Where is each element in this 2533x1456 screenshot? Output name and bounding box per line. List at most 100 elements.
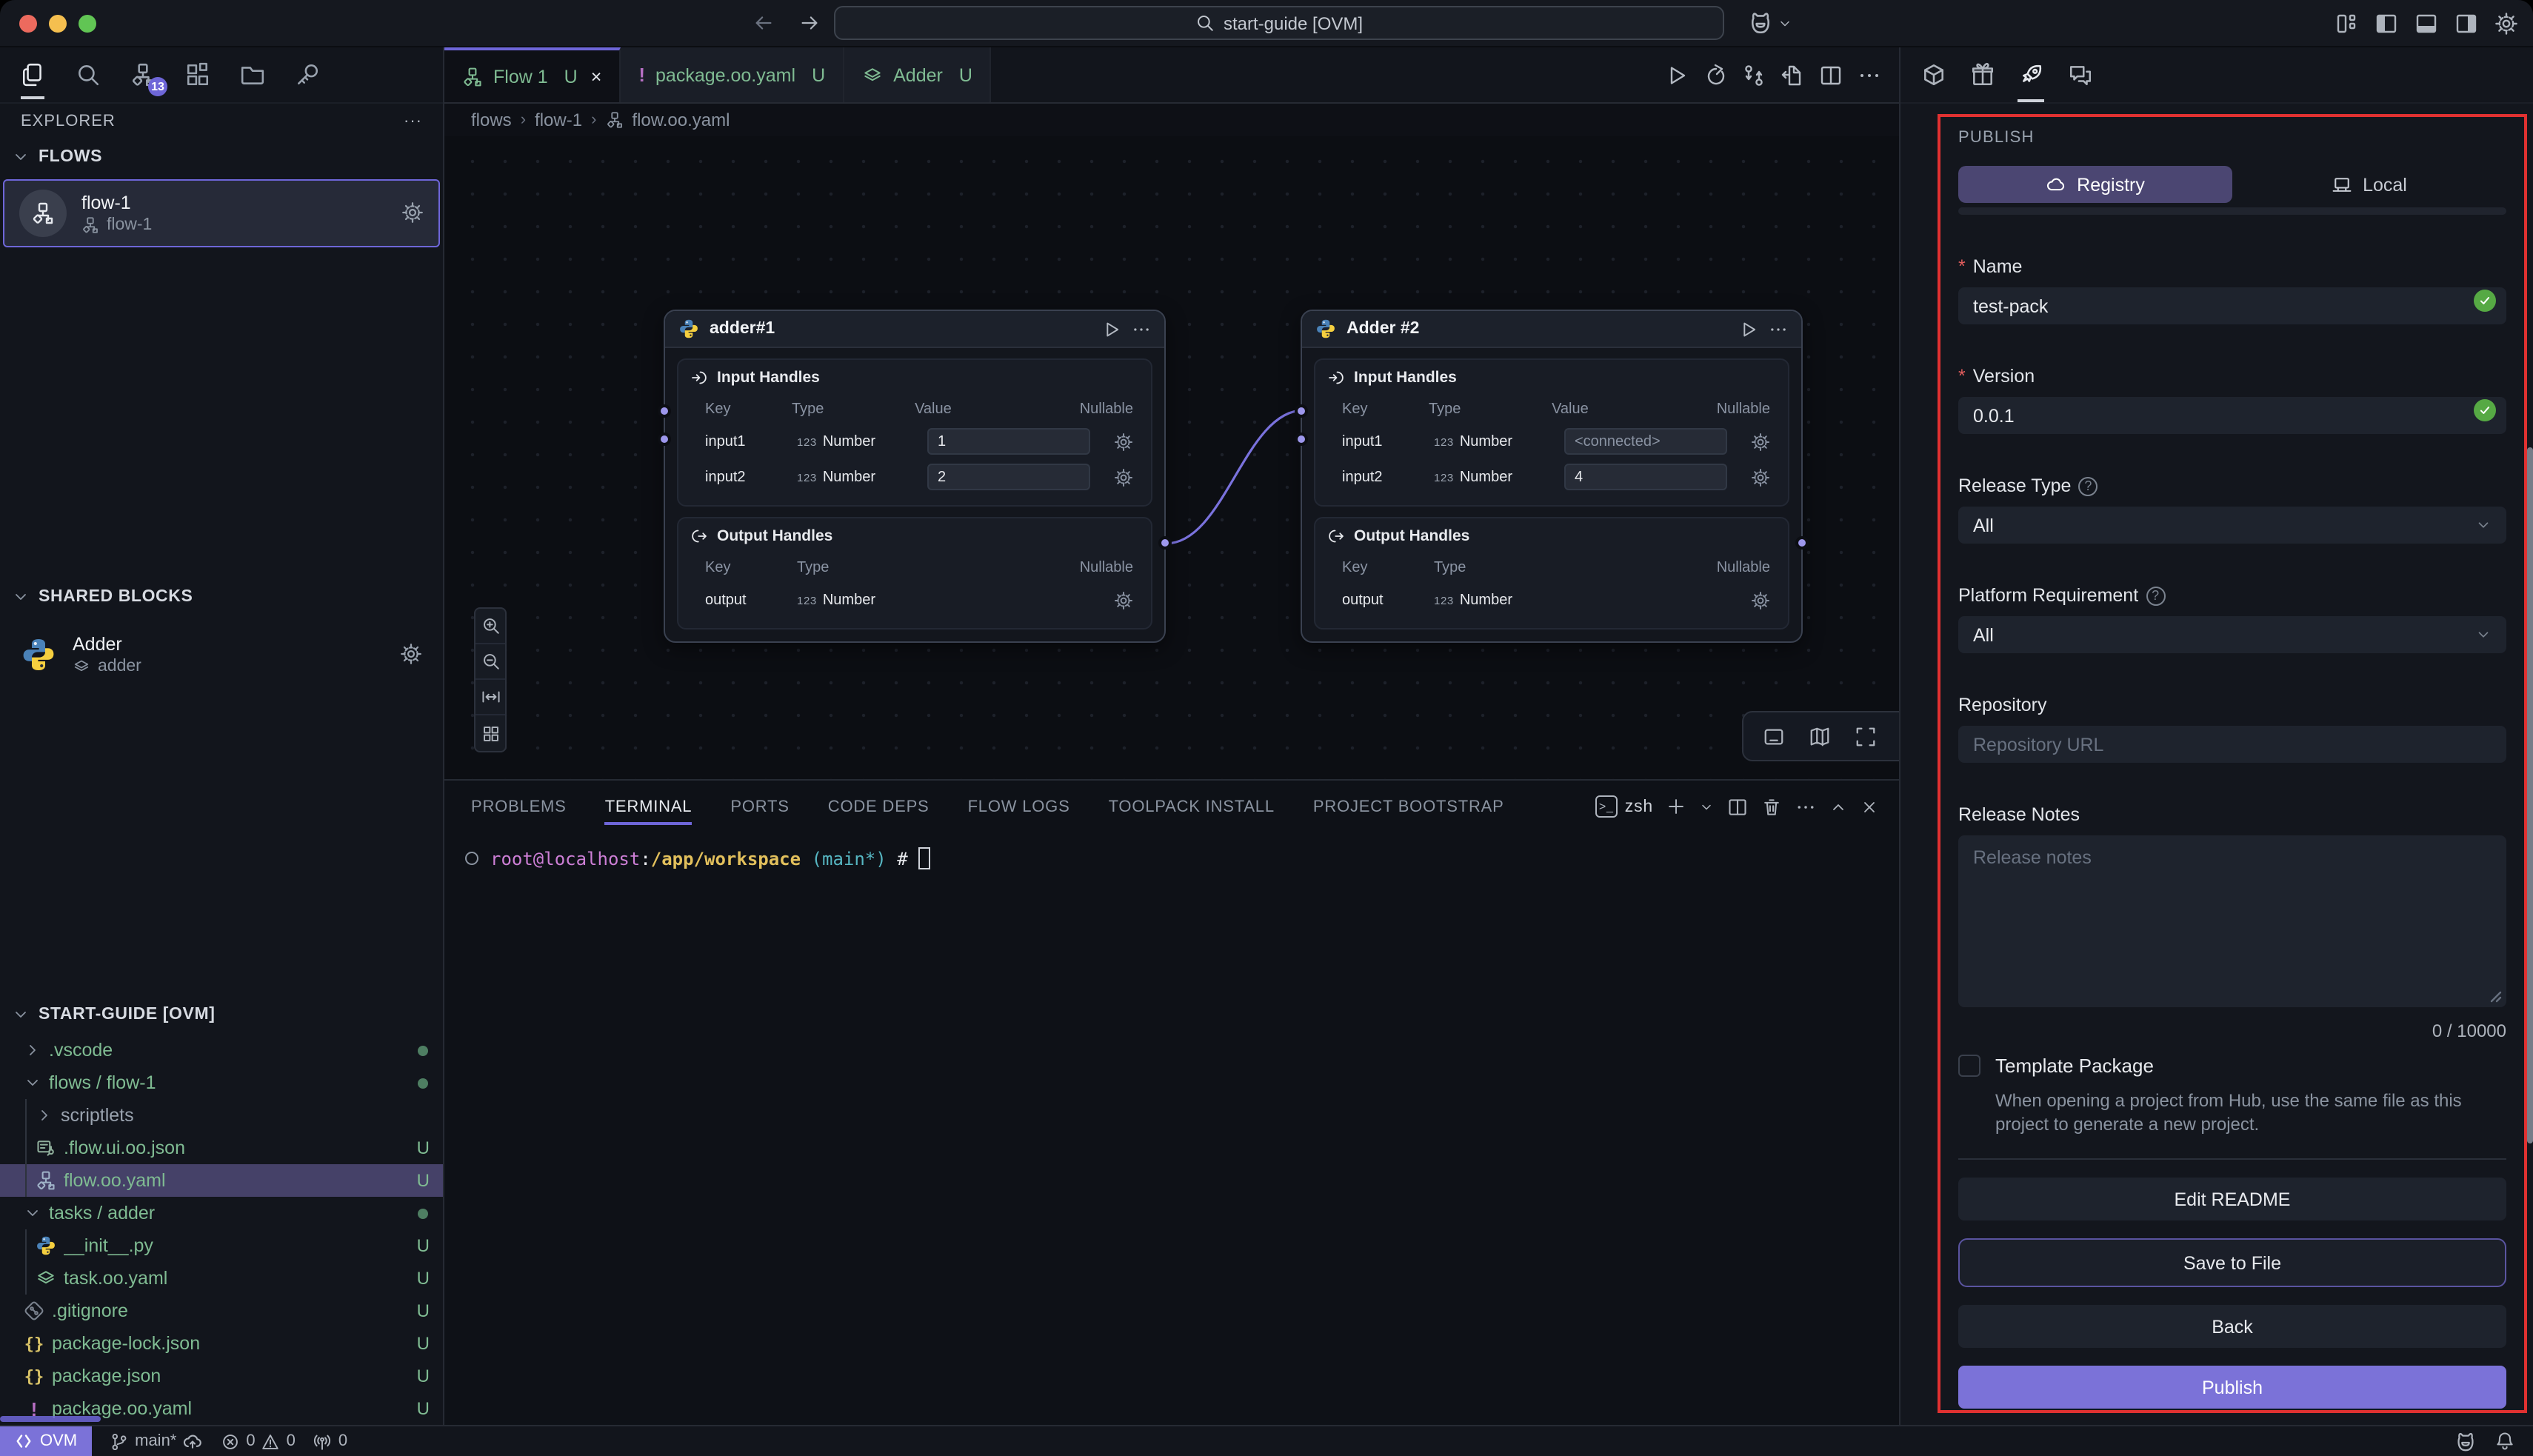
split-terminal-icon[interactable]: [1727, 796, 1748, 817]
command-center-search[interactable]: start-guide [OVM]: [834, 6, 1724, 40]
release-notes-field[interactable]: [1958, 835, 2506, 1007]
flow-canvas[interactable]: adder#1 Input Handles Key Typ: [444, 136, 1899, 779]
close-panel-icon[interactable]: [1860, 798, 1878, 815]
tab-flow-logs[interactable]: FLOW LOGS: [968, 781, 1070, 832]
tree-item-flow-oo-yaml[interactable]: flow.oo.yamlU: [0, 1164, 443, 1197]
zoom-in-icon[interactable]: [475, 609, 505, 644]
compare-changes-icon[interactable]: [1742, 63, 1766, 87]
tab-problems[interactable]: PROBLEMS: [471, 781, 567, 832]
folder-panel-icon[interactable]: [237, 60, 267, 90]
fit-view-icon[interactable]: [475, 680, 505, 715]
save-to-file-button[interactable]: Save to File: [1958, 1238, 2506, 1287]
tab-terminal[interactable]: TERMINAL: [605, 781, 693, 832]
history-back-button[interactable]: [752, 12, 775, 34]
new-terminal-icon[interactable]: [1666, 797, 1686, 816]
help-icon[interactable]: ?: [2146, 586, 2165, 605]
more-actions-icon[interactable]: [1858, 63, 1881, 87]
assistant-icon[interactable]: [2454, 1430, 2477, 1452]
tree-item-task-oo-yaml[interactable]: task.oo.yamlU: [0, 1262, 443, 1295]
fullscreen-icon[interactable]: [1855, 725, 1877, 747]
customize-layout-icon[interactable]: [2335, 12, 2358, 36]
tree-item-init-py[interactable]: __init__.pyU: [0, 1229, 443, 1262]
publish-button[interactable]: Publish: [1958, 1366, 2506, 1409]
tab-flow-1[interactable]: Flow 1 U ×: [444, 47, 621, 102]
flows-section-header[interactable]: FLOWS: [0, 141, 443, 174]
run-node-icon[interactable]: [1739, 319, 1758, 338]
flow-node-adder-2[interactable]: Adder #2 Input Handles Key Ty: [1301, 310, 1803, 643]
flow-card-flow-1[interactable]: flow-1 flow-1: [3, 179, 440, 247]
tab-adder[interactable]: Adder U: [844, 47, 992, 102]
node1-output-handle[interactable]: [1158, 536, 1172, 550]
chevron-down-icon[interactable]: [1778, 16, 1792, 30]
shared-block-adder[interactable]: Adder adder: [3, 622, 440, 687]
run-node-icon[interactable]: [1102, 319, 1121, 338]
horizontal-scrollbar[interactable]: [0, 1416, 101, 1422]
tree-item-vscode[interactable]: .vscode: [0, 1034, 443, 1066]
tab-package-oo-yaml[interactable]: ! package.oo.yaml U: [621, 47, 844, 102]
publish-rocket-icon[interactable]: [2016, 60, 2046, 90]
split-editor-icon[interactable]: [1819, 63, 1843, 87]
zoom-out-icon[interactable]: [475, 644, 505, 680]
node2-output-handle[interactable]: [1795, 536, 1809, 550]
tree-item-scriptlets[interactable]: scriptlets: [0, 1099, 443, 1132]
grid-view-icon[interactable]: [475, 715, 505, 751]
input2-value-field[interactable]: [927, 464, 1090, 490]
remote-indicator[interactable]: OVM: [0, 1426, 92, 1456]
handle-settings-gear-icon[interactable]: [1114, 467, 1133, 487]
resize-grip-icon[interactable]: [2487, 988, 2502, 1003]
rerun-icon[interactable]: [1703, 63, 1727, 87]
open-file-icon[interactable]: [1781, 63, 1804, 87]
chevron-down-icon[interactable]: [1699, 799, 1714, 814]
handle-settings-gear-icon[interactable]: [1751, 467, 1770, 487]
secrets-panel-icon[interactable]: [292, 60, 321, 90]
handle-settings-gear-icon[interactable]: [1751, 590, 1770, 610]
back-button[interactable]: Back: [1958, 1305, 2506, 1348]
node2-input2-handle[interactable]: [1295, 433, 1308, 446]
template-package-checkbox[interactable]: [1958, 1055, 1980, 1077]
handle-settings-gear-icon[interactable]: [1114, 590, 1133, 610]
tree-item-package-lock-json[interactable]: {} package-lock.jsonU: [0, 1327, 443, 1360]
node1-input2-handle[interactable]: [658, 433, 671, 446]
platform-select[interactable]: All: [1958, 616, 2506, 653]
terminal-more-icon[interactable]: [1795, 796, 1816, 817]
terminal-output[interactable]: root@localhost:/app/workspace (main*) #: [444, 832, 1899, 1425]
close-tab-icon[interactable]: ×: [591, 66, 602, 87]
tab-ports[interactable]: PORTS: [730, 781, 789, 832]
flow-settings-gear-icon[interactable]: [401, 202, 424, 224]
breadcrumb[interactable]: flows › flow-1 › flow.oo.yaml: [444, 104, 1899, 136]
input1-value-field[interactable]: [1564, 428, 1727, 455]
tab-code-deps[interactable]: CODE DEPS: [828, 781, 930, 832]
problems-status[interactable]: 0 0: [221, 1432, 296, 1451]
explorer-more-icon[interactable]: ···: [404, 113, 422, 131]
assistant-icon[interactable]: [1748, 10, 1773, 36]
maximize-window-button[interactable]: [79, 14, 96, 32]
handle-settings-gear-icon[interactable]: [1751, 432, 1770, 451]
minimize-window-button[interactable]: [49, 14, 67, 32]
console-panel-icon[interactable]: [1763, 725, 1785, 747]
toggle-secondary-sidebar-icon[interactable]: [2454, 12, 2478, 36]
search-panel-icon[interactable]: [73, 60, 102, 90]
help-icon[interactable]: ?: [2078, 476, 2098, 495]
project-tree-header[interactable]: START-GUIDE [OVM]: [0, 998, 443, 1031]
blocks-panel-icon[interactable]: [182, 60, 212, 90]
panel-scrollbar[interactable]: [2527, 447, 2533, 1143]
node1-input1-handle[interactable]: [658, 404, 671, 418]
settings-gear-icon[interactable]: [2494, 12, 2518, 36]
block-settings-gear-icon[interactable]: [400, 643, 422, 665]
close-window-button[interactable]: [19, 14, 37, 32]
maximize-panel-icon[interactable]: [1829, 798, 1847, 815]
node-more-icon[interactable]: [1769, 319, 1788, 338]
repository-field[interactable]: [1958, 726, 2506, 763]
git-branch-status[interactable]: main*: [110, 1431, 203, 1452]
flow-node-adder-1[interactable]: adder#1 Input Handles Key Typ: [664, 310, 1166, 643]
explorer-icon[interactable]: [18, 60, 47, 90]
minimap-icon[interactable]: [1809, 725, 1831, 747]
version-field[interactable]: [1958, 397, 2506, 434]
gift-icon[interactable]: [1967, 60, 1997, 90]
toggle-panel-icon[interactable]: [2414, 12, 2438, 36]
handle-settings-gear-icon[interactable]: [1114, 432, 1133, 451]
tab-toolpack-install[interactable]: TOOLPACK INSTALL: [1109, 781, 1275, 832]
notifications-bell-icon[interactable]: [2494, 1431, 2515, 1452]
ports-status[interactable]: 0: [313, 1432, 347, 1451]
history-forward-button[interactable]: [798, 12, 821, 34]
